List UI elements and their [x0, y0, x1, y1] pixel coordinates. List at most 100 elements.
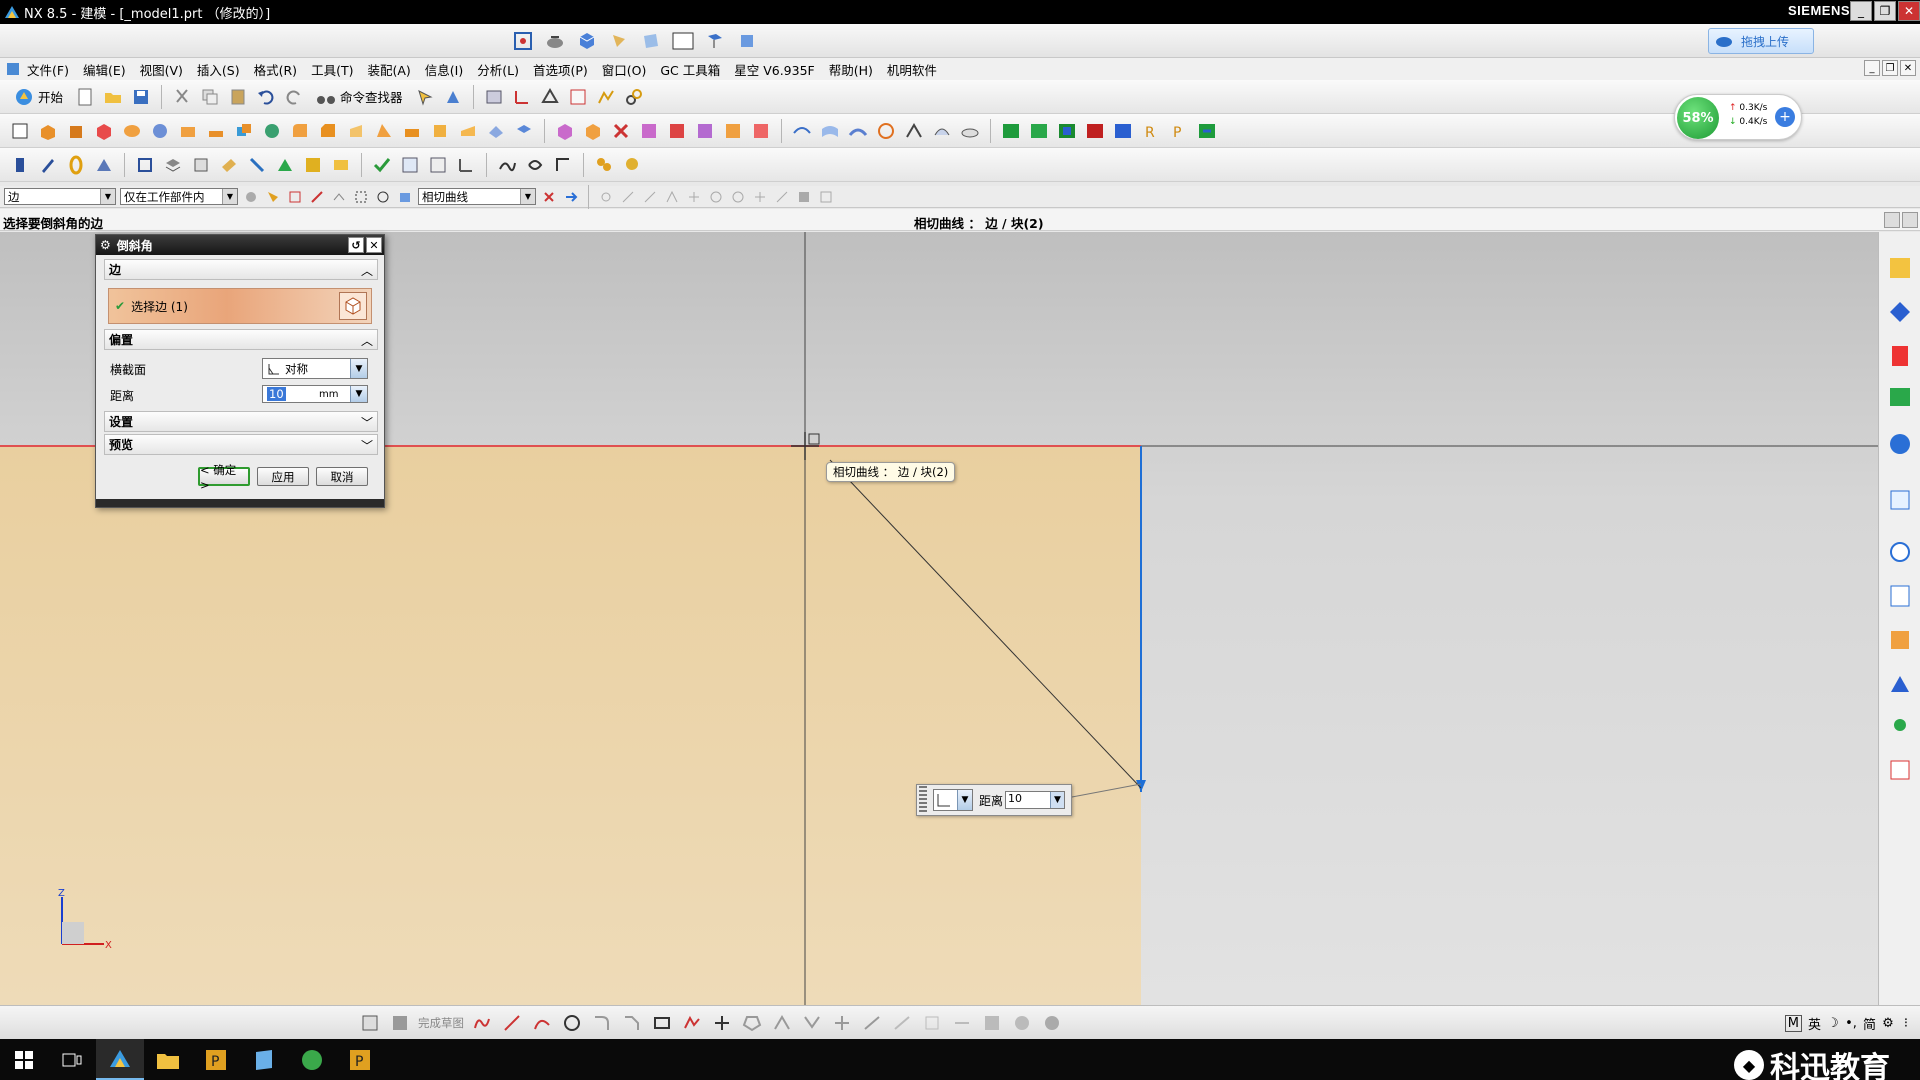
sync-replace-icon[interactable] [609, 119, 633, 143]
powerpoint-icon[interactable]: P [192, 1039, 240, 1080]
section-view-icon[interactable] [702, 28, 728, 54]
select-edge-row[interactable]: ✔ 选择边 (1) [108, 288, 372, 324]
windows-start-icon[interactable] [0, 1039, 48, 1080]
auto-constraint-icon[interactable] [1010, 1011, 1034, 1035]
reuse-library-tab-icon[interactable] [1888, 384, 1912, 408]
line-icon[interactable] [500, 1011, 524, 1035]
dimension-tool-icon[interactable] [551, 153, 575, 177]
pen-tool-icon[interactable] [36, 153, 60, 177]
ok-button[interactable]: < 确定 > [198, 463, 250, 492]
constraint-navigator-tab-icon[interactable] [1888, 300, 1912, 324]
axis-tool-icon[interactable] [454, 153, 478, 177]
snap-point-on-curve-icon[interactable] [729, 188, 747, 206]
wcs-icon[interactable] [510, 85, 534, 109]
eraser-icon[interactable] [217, 153, 241, 177]
nx-taskbar-icon[interactable] [96, 1039, 144, 1080]
mold-tool-6-icon[interactable]: R [1139, 119, 1163, 143]
doc-minimize-button[interactable]: _ [1864, 60, 1880, 76]
select-face-icon[interactable] [374, 188, 392, 206]
doc-close-button[interactable]: ✕ [1900, 60, 1916, 76]
ime-punct[interactable]: •, [1845, 1016, 1857, 1031]
sync-move-icon[interactable] [553, 119, 577, 143]
people-tool-1-icon[interactable] [592, 153, 616, 177]
info-tab-icon[interactable] [1888, 758, 1912, 782]
mold-tool-5-icon[interactable] [1111, 119, 1135, 143]
sync-pattern-icon[interactable] [693, 119, 717, 143]
restore-button[interactable]: ❐ [1874, 1, 1896, 21]
reset-icon[interactable]: ↺ [348, 237, 364, 253]
group-settings-header[interactable]: 设置 ﹀ [104, 411, 378, 432]
cylinder-tool-icon[interactable] [8, 153, 32, 177]
menu-information[interactable]: 信息(I) [418, 60, 470, 79]
roles-tab-icon[interactable] [1888, 672, 1912, 696]
menu-insert[interactable]: 插入(S) [190, 60, 247, 79]
save-icon[interactable] [129, 85, 153, 109]
selection-icon[interactable] [413, 85, 437, 109]
ime-settings[interactable]: ⚙ [1882, 1016, 1894, 1031]
block-face[interactable] [0, 445, 1141, 1005]
ring-tool-icon[interactable] [64, 153, 88, 177]
move-object-icon[interactable] [133, 153, 157, 177]
layer-settings-icon[interactable] [161, 153, 185, 177]
revolve-icon[interactable] [64, 119, 88, 143]
circle-icon[interactable] [560, 1011, 584, 1035]
cut-icon[interactable] [170, 85, 194, 109]
distance-input[interactable]: 10 mm ▼ [262, 385, 368, 403]
select-body-icon[interactable] [396, 188, 414, 206]
filter-icon[interactable] [242, 188, 260, 206]
intent-icon[interactable] [308, 188, 326, 206]
cross-section-select[interactable]: 对称 ▼ [262, 358, 368, 379]
rectangle-icon[interactable] [650, 1011, 674, 1035]
table-tool-icon[interactable] [398, 153, 422, 177]
redo-icon[interactable] [282, 85, 306, 109]
network-speed-widget[interactable]: 58% ↑ 0.3K/s ↓ 0.4K/s + [1674, 94, 1802, 140]
mirror-curve-icon[interactable] [890, 1011, 914, 1035]
menu-jiming[interactable]: 机明软件 [880, 60, 944, 79]
grid-tool-icon[interactable] [426, 153, 450, 177]
menu-analysis[interactable]: 分析(L) [470, 60, 526, 79]
finish-sketch-icon[interactable] [388, 1011, 412, 1035]
surface-through-curves-icon[interactable] [790, 119, 814, 143]
ime-moon[interactable]: ☽ [1827, 1016, 1839, 1031]
draft-icon[interactable] [372, 119, 396, 143]
snap-arc-center-icon[interactable] [685, 188, 703, 206]
analysis-icon[interactable] [594, 85, 618, 109]
layer-category-icon[interactable] [189, 153, 213, 177]
mold-tool-3-icon[interactable] [1055, 119, 1079, 143]
fillet-icon[interactable] [590, 1011, 614, 1035]
pattern-curve-icon[interactable] [920, 1011, 944, 1035]
group-edge-header[interactable]: 边 ︿ [104, 259, 378, 280]
curve-tool-icon[interactable] [495, 153, 519, 177]
select-edge-cube-button[interactable] [339, 292, 367, 320]
rotate-view-icon[interactable] [542, 28, 568, 54]
add-icon[interactable]: + [1775, 107, 1795, 127]
group-preview-header[interactable]: 预览 ﹀ [104, 434, 378, 455]
check-icon[interactable] [370, 153, 394, 177]
block-icon[interactable] [92, 119, 116, 143]
green-app-icon[interactable] [288, 1039, 336, 1080]
snap-quadrant-icon[interactable] [707, 188, 725, 206]
menu-view[interactable]: 视图(V) [133, 60, 190, 79]
copy-icon[interactable] [198, 85, 222, 109]
rect-select-icon[interactable] [352, 188, 370, 206]
menu-help[interactable]: 帮助(H) [822, 60, 880, 79]
sync-delete-icon[interactable] [637, 119, 661, 143]
menu-gc-toolkit[interactable]: GC 工具箱 [653, 60, 727, 79]
snap-control-icon[interactable] [641, 188, 659, 206]
web-browser-tab-icon[interactable] [1888, 432, 1912, 456]
palette-tab-icon[interactable] [1888, 628, 1912, 652]
snap-intersection-icon[interactable] [663, 188, 681, 206]
orient-icon[interactable] [441, 85, 465, 109]
select-all-icon[interactable] [264, 188, 282, 206]
measure-icon[interactable] [622, 85, 646, 109]
cylinder-icon[interactable] [120, 119, 144, 143]
onscreen-mode-select[interactable]: ▼ [933, 789, 973, 811]
drag-handle[interactable] [919, 786, 927, 814]
close-button[interactable]: ✕ [1898, 1, 1920, 21]
menu-edit[interactable]: 编辑(E) [76, 60, 133, 79]
apply-button[interactable]: 应用 [257, 467, 309, 486]
display-constraint-icon[interactable] [1040, 1011, 1064, 1035]
sync-copy-icon[interactable] [721, 119, 745, 143]
ime-more[interactable]: ⁝ [1900, 1016, 1912, 1031]
shell-icon[interactable] [344, 119, 368, 143]
